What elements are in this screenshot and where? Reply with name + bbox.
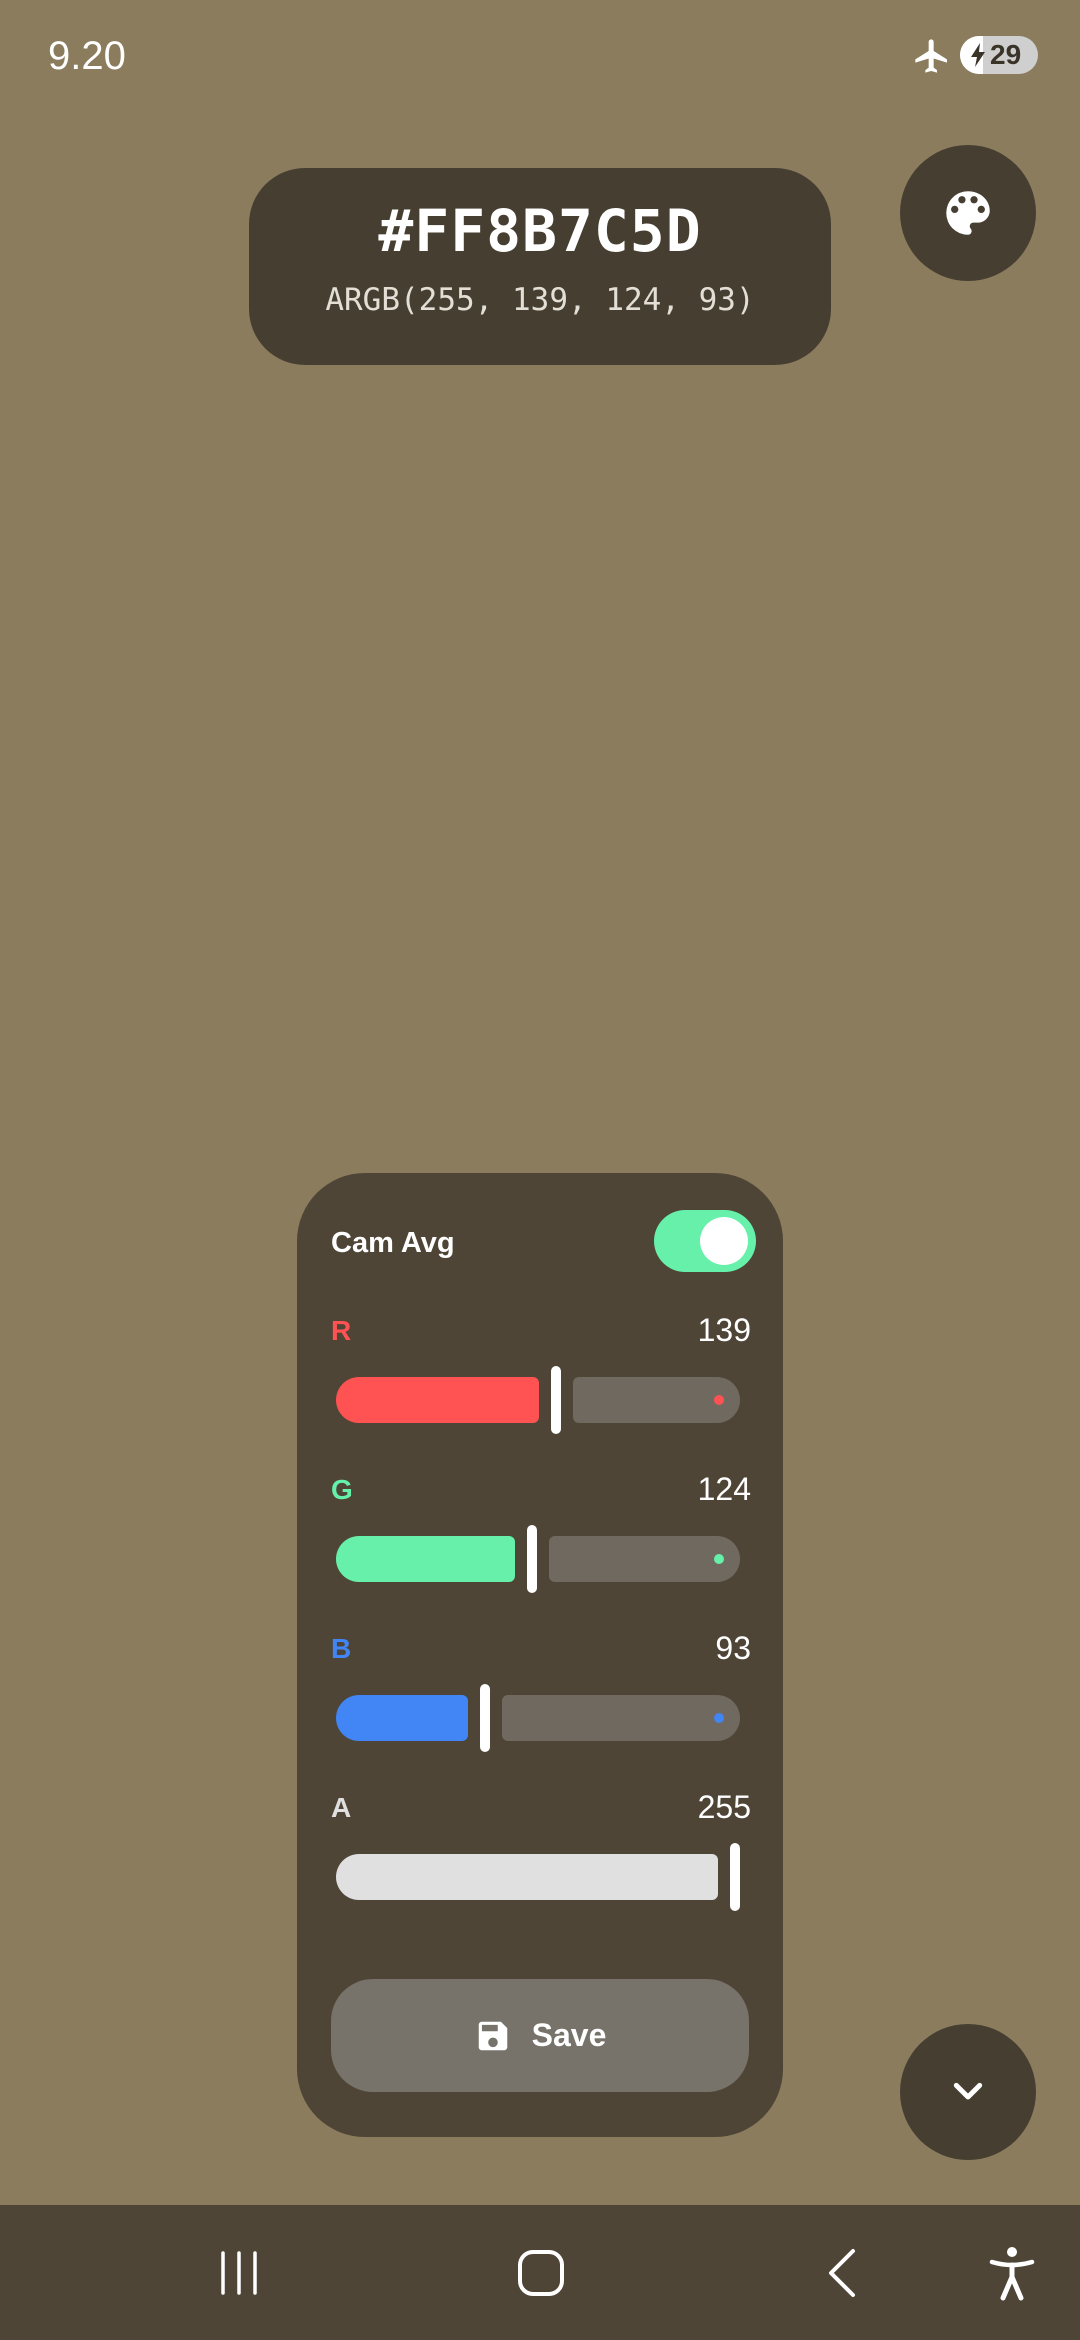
red-slider[interactable] [336,1366,740,1434]
red-slider-thumb[interactable] [550,1366,561,1434]
blue-slider-active-track [336,1695,468,1741]
color-control-panel: Cam Avg R 139 G 124 B 93 A 255 Save [297,1173,783,2137]
alpha-slider-active-track [336,1854,718,1900]
color-value-card[interactable]: #FF8B7C5D ARGB(255, 139, 124, 93) [249,168,831,365]
airplane-mode-icon [915,39,947,73]
battery-charging-icon [971,43,985,67]
hex-value: #FF8B7C5D [378,197,702,265]
green-channel-label: G [331,1474,353,1505]
back-icon [829,2248,855,2297]
green-slider-thumb[interactable] [527,1525,538,1593]
red-slider-active-track [336,1377,539,1423]
toggle-knob [700,1217,748,1265]
green-channel-value: 124 [697,1471,751,1507]
alpha-channel-value: 255 [697,1789,751,1825]
alpha-channel-label: A [331,1792,352,1823]
palette-button[interactable] [900,145,1036,281]
argb-value: ARGB(255, 139, 124, 93) [325,282,755,318]
battery-indicator: 29 [960,36,1038,74]
recent-apps-button[interactable] [179,2205,299,2340]
cam-avg-label: Cam Avg [331,1227,455,1259]
red-slider-end-dot [713,1395,724,1405]
blue-slider-thumb[interactable] [479,1684,490,1752]
home-button[interactable] [481,2205,601,2340]
save-button-label: Save [531,2017,607,2053]
blue-slider-end-dot [713,1713,724,1723]
collapse-panel-button[interactable] [900,2024,1036,2160]
chevron-down-icon [953,2082,983,2100]
green-slider[interactable] [336,1525,740,1593]
back-button[interactable] [783,2205,903,2340]
save-button[interactable]: Save [331,1979,749,2092]
green-slider-active-track [336,1536,516,1582]
blue-channel-value: 93 [715,1630,751,1666]
palette-icon [946,191,990,235]
home-icon [518,2249,564,2296]
accessibility-icon [989,2246,1035,2300]
save-icon [478,2021,507,2050]
navigation-bar [0,2205,1080,2340]
blue-slider[interactable] [336,1684,740,1752]
green-slider-inactive-track [549,1536,740,1582]
red-channel-value: 139 [697,1312,751,1348]
red-channel-label: R [331,1315,352,1346]
green-slider-end-dot [713,1554,724,1564]
alpha-slider[interactable] [336,1843,740,1911]
accessibility-button[interactable] [952,2205,1072,2340]
red-slider-inactive-track [572,1377,740,1423]
cam-avg-toggle[interactable] [654,1210,756,1272]
blue-channel-label: B [331,1633,352,1664]
battery-level: 29 [990,39,1022,70]
status-time: 9.20 [48,34,126,78]
recent-apps-icon [221,2250,257,2295]
blue-slider-inactive-track [501,1695,740,1741]
alpha-slider-thumb[interactable] [730,1843,740,1911]
